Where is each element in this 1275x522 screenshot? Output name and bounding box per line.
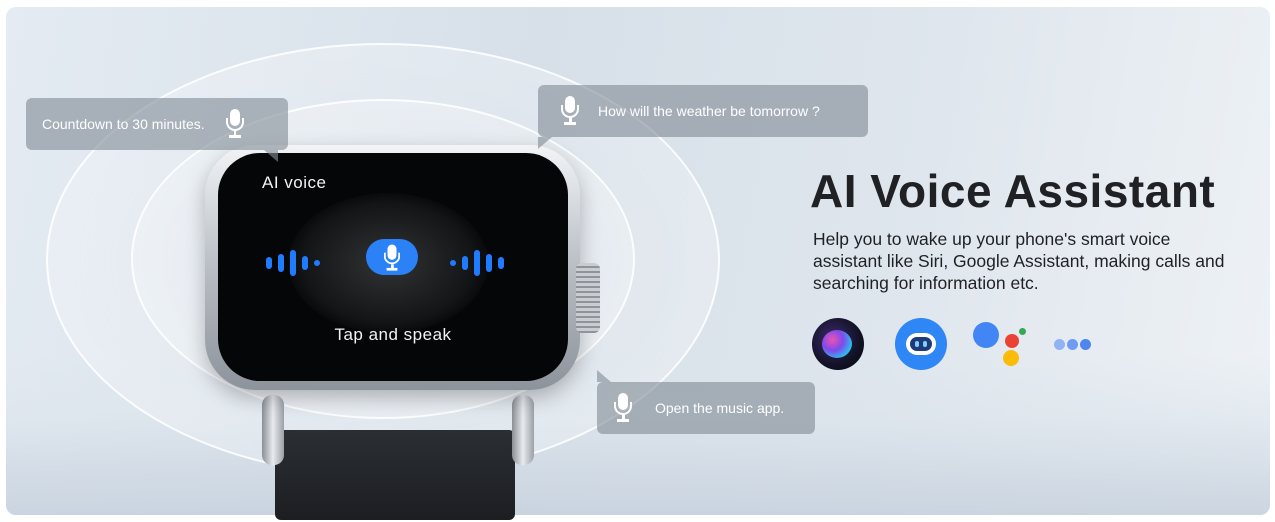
bubble-text: How will the weather be tomorrow ?: [598, 103, 820, 119]
microphone-icon: [613, 393, 633, 423]
microphone-icon: [383, 244, 401, 272]
bubble-tail: [264, 150, 278, 162]
watch-crown: [576, 263, 600, 333]
voice-mic-button[interactable]: [366, 239, 418, 275]
screen-title: AI voice: [262, 173, 327, 192]
siri-icon: [812, 318, 864, 370]
watch-strap: [275, 430, 515, 520]
voice-wave-right: [450, 243, 504, 283]
watch-lug-right: [512, 395, 534, 465]
bubble-text: Countdown to 30 minutes.: [42, 116, 205, 132]
watch-screen: AI voice Tap and speak: [218, 153, 568, 381]
bubble-tail: [538, 137, 552, 149]
microphone-icon: [560, 96, 580, 126]
watch-lug-left: [262, 395, 284, 465]
voice-command-bubble: Countdown to 30 minutes.: [26, 98, 288, 150]
voice-command-bubble: How will the weather be tomorrow ?: [538, 85, 868, 137]
voice-command-bubble: Open the music app.: [597, 382, 815, 434]
microphone-icon: [225, 109, 245, 139]
headline: AI Voice Assistant: [810, 165, 1216, 217]
description: Help you to wake up your phone's smart v…: [813, 229, 1225, 293]
voice-wave-left: [266, 243, 320, 283]
bubble-tail: [597, 370, 611, 382]
bubble-text: Open the music app.: [655, 400, 785, 416]
more-dots-icon: [1054, 339, 1094, 351]
robot-assistant-icon: [895, 318, 947, 370]
google-assistant-icon: [973, 320, 1029, 372]
screen-subtitle: Tap and speak: [334, 325, 452, 344]
